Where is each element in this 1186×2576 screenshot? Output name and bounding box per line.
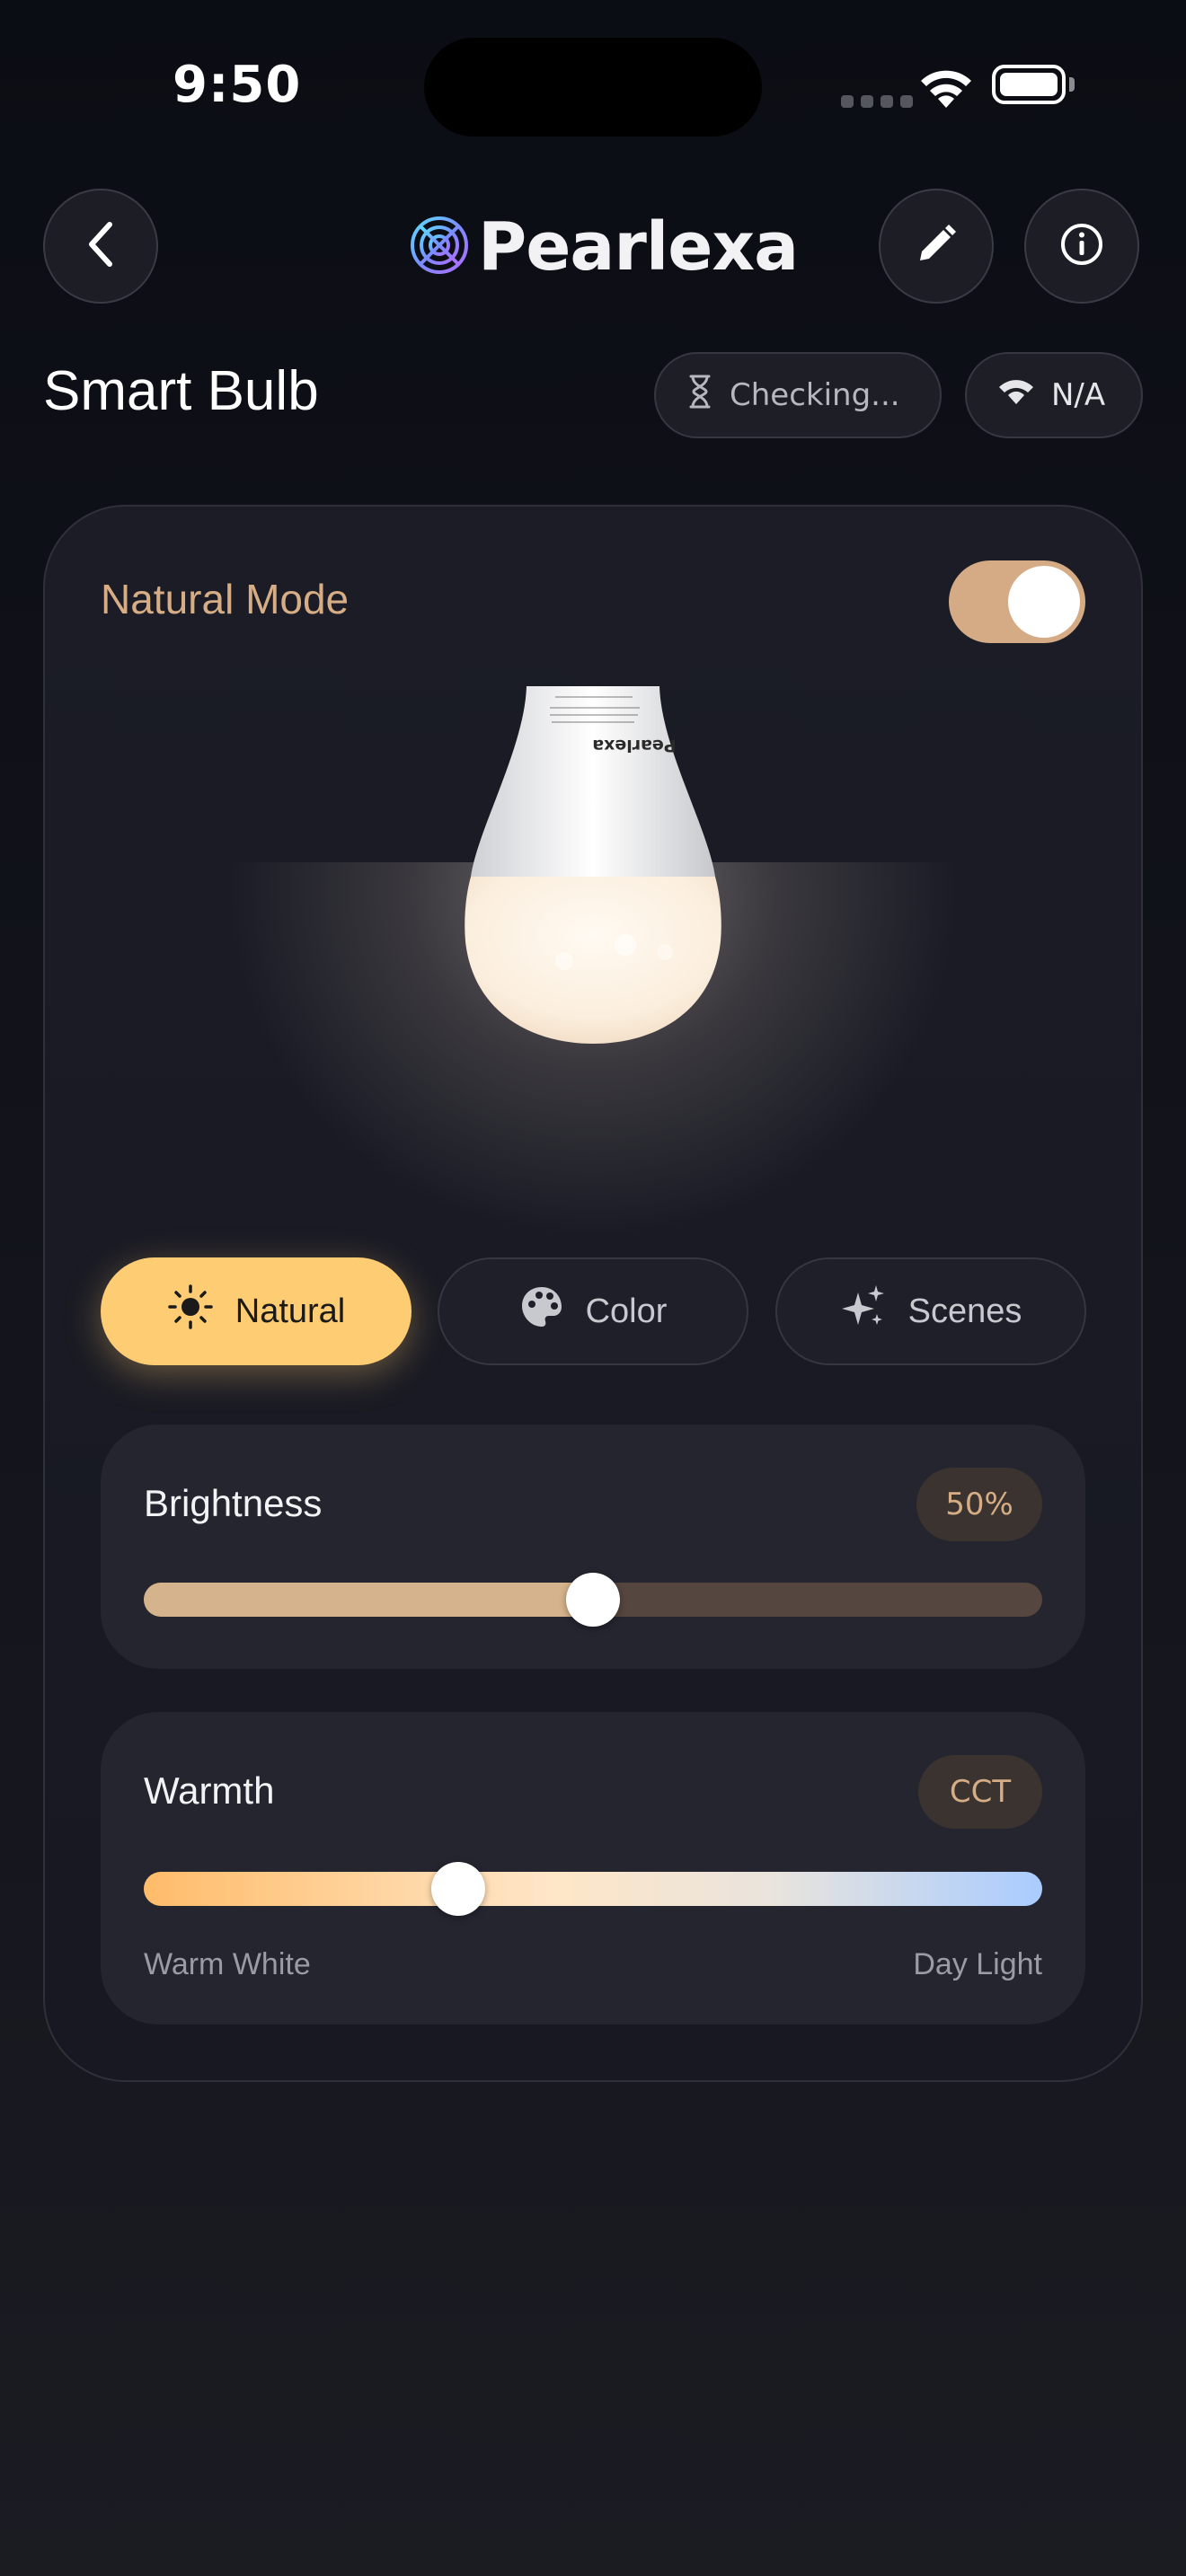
info-button[interactable] xyxy=(1024,189,1139,304)
brightness-label: Brightness xyxy=(144,1482,323,1524)
tab-natural-label: Natural xyxy=(235,1292,346,1330)
warmth-slider-thumb[interactable] xyxy=(431,1862,485,1916)
bulb-brand-text: Pearlexa xyxy=(592,736,676,755)
warmth-cct-badge: CCT xyxy=(918,1755,1042,1829)
wifi-signal-icon xyxy=(918,66,974,113)
wifi-status-badge: N/A xyxy=(965,352,1143,438)
brightness-slider-fill xyxy=(144,1583,593,1617)
battery-icon xyxy=(992,65,1066,104)
mode-label: Natural Mode xyxy=(101,576,350,622)
wifi-status-text: N/A xyxy=(1051,377,1106,413)
brand-logo: Pearlexa xyxy=(406,208,799,286)
warmth-min-label: Warm White xyxy=(144,1947,311,1981)
battery-cap xyxy=(1069,77,1075,92)
brightness-panel xyxy=(101,1425,1085,1669)
toggle-knob xyxy=(1008,566,1080,638)
natural-mode-toggle[interactable] xyxy=(949,560,1085,643)
brand-name: Pearlexa xyxy=(478,208,799,286)
back-button[interactable] xyxy=(43,189,158,304)
tab-color-label: Color xyxy=(585,1292,668,1330)
warmth-max-label: Day Light xyxy=(913,1947,1042,1981)
palette-icon xyxy=(519,1284,564,1338)
sun-icon xyxy=(167,1284,214,1339)
sparkles-icon xyxy=(840,1284,887,1339)
wifi-icon xyxy=(997,377,1035,413)
pearlexa-logo-icon xyxy=(406,212,473,282)
page-title: Smart Bulb xyxy=(43,360,319,422)
tab-color[interactable]: Color xyxy=(438,1257,748,1365)
dynamic-island xyxy=(424,38,762,137)
pencil-icon xyxy=(915,223,958,269)
brightness-value-badge: 50% xyxy=(916,1468,1042,1541)
connection-status-badge: Checking... xyxy=(654,352,942,438)
brightness-slider-thumb[interactable] xyxy=(566,1573,620,1627)
warmth-label: Warmth xyxy=(144,1769,275,1812)
info-icon xyxy=(1059,222,1104,270)
status-time: 9:50 xyxy=(173,56,302,114)
bulb-image: Pearlexa xyxy=(449,684,737,1053)
hourglass-icon xyxy=(686,374,713,418)
edit-button[interactable] xyxy=(879,189,994,304)
tab-scenes[interactable]: Scenes xyxy=(775,1257,1086,1365)
tab-natural[interactable]: Natural xyxy=(101,1257,412,1365)
chevron-left-icon xyxy=(83,219,119,273)
connection-status-text: Checking... xyxy=(730,377,900,413)
warmth-slider[interactable] xyxy=(144,1872,1042,1906)
cellular-signal-icon xyxy=(841,95,915,108)
tab-scenes-label: Scenes xyxy=(907,1292,1022,1330)
